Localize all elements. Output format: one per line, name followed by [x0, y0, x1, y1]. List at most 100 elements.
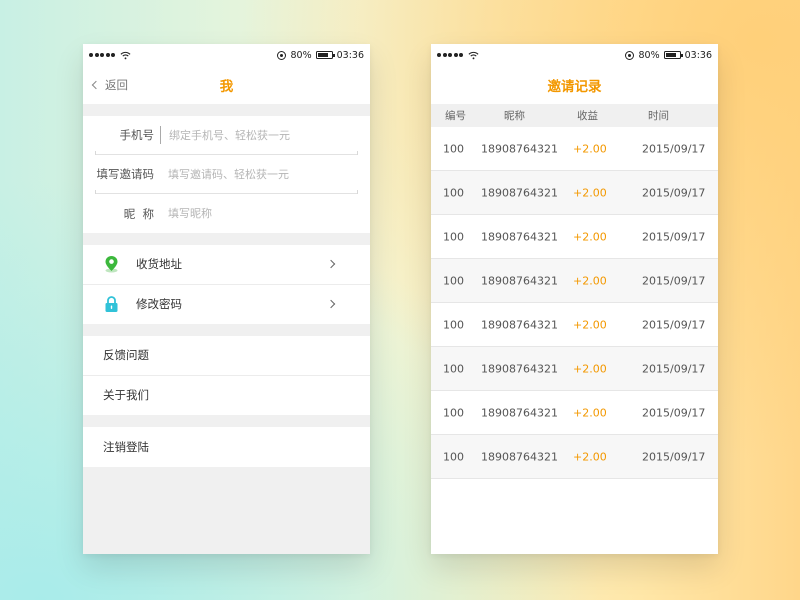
cell-id: 100 [443, 274, 464, 287]
invite-code-label: 填写邀请码 [96, 167, 155, 181]
cell-time: 2015/09/17 [642, 186, 706, 199]
battery-icon [315, 51, 335, 59]
cell-earning: +2.00 [573, 230, 607, 243]
cell-earning: +2.00 [573, 318, 607, 331]
wifi-icon [120, 51, 131, 59]
profile-form: 手机号 填写邀请码 昵 称 [83, 116, 370, 233]
wifi-icon [468, 51, 479, 59]
table-row: 100 18908764321 +2.00 2015/09/17 [431, 303, 718, 347]
battery-icon [663, 51, 683, 59]
battery-percent: 80% [638, 49, 660, 61]
cell-earning: +2.00 [573, 274, 607, 287]
nickname-label: 昵 称 [123, 206, 154, 221]
location-pin-icon [103, 255, 119, 273]
column-header-nickname: 昵称 [504, 110, 525, 122]
table-row: 100 18908764321 +2.00 2015/09/17 [431, 347, 718, 391]
cell-earning: +2.00 [573, 362, 607, 375]
menu-item-change-password[interactable]: 修改密码 [83, 285, 370, 325]
cell-id: 100 [443, 450, 464, 463]
status-time: 03:36 [684, 49, 712, 61]
chevron-right-icon [326, 260, 336, 269]
nickname-input[interactable] [160, 207, 358, 220]
cell-id: 100 [443, 362, 464, 375]
table-row: 100 18908764321 +2.00 2015/09/17 [431, 171, 718, 215]
battery-percent: 80% [290, 49, 312, 61]
menu-item-label: 反馈问题 [103, 348, 149, 363]
table-header: 编号 昵称 收益 时间 [431, 104, 718, 127]
cell-id: 100 [443, 142, 464, 155]
menu-item-label: 修改密码 [136, 297, 182, 312]
table-row: 100 18908764321 +2.00 2015/09/17 [431, 127, 718, 171]
invite-records-screen: 80% 03:36 邀请记录 编号 昵称 收益 时间 100 1890876432… [431, 44, 718, 554]
cell-time: 2015/09/17 [642, 318, 706, 331]
phone-row: 手机号 [95, 116, 358, 155]
nickname-row: 昵 称 [95, 194, 358, 233]
cell-time: 2015/09/17 [642, 230, 706, 243]
back-label: 返回 [105, 78, 128, 92]
cell-nickname: 18908764321 [481, 450, 558, 463]
menu-secondary: 反馈问题 关于我们 [83, 336, 370, 415]
signal-icon [437, 53, 463, 57]
cell-earning: +2.00 [573, 186, 607, 199]
table-row: 100 18908764321 +2.00 2015/09/17 [431, 435, 718, 479]
rotation-lock-icon [277, 50, 287, 60]
menu-item-label: 注销登陆 [103, 439, 149, 454]
cell-id: 100 [443, 230, 464, 243]
column-header-time: 时间 [648, 110, 669, 122]
menu-item-label: 关于我们 [103, 388, 149, 403]
phone-label: 手机号 [119, 128, 155, 142]
cell-nickname: 18908764321 [481, 362, 558, 375]
cell-earning: +2.00 [573, 406, 607, 419]
lock-icon [103, 295, 119, 313]
cell-earning: +2.00 [573, 142, 607, 155]
page-title: 邀请记录 [547, 79, 602, 95]
signal-icon [89, 53, 115, 57]
cell-nickname: 18908764321 [481, 274, 558, 287]
menu-item-address[interactable]: 收货地址 [83, 245, 370, 285]
table-row: 100 18908764321 +2.00 2015/09/17 [431, 215, 718, 259]
cell-id: 100 [443, 406, 464, 419]
status-bar: 80% 03:36 [431, 44, 718, 66]
invite-code-input[interactable] [160, 167, 358, 181]
cell-nickname: 18908764321 [481, 142, 558, 155]
invite-table: 100 18908764321 +2.00 2015/09/17 100 18908764… [431, 127, 718, 479]
invite-code-row: 填写邀请码 [95, 155, 358, 194]
cell-nickname: 18908764321 [481, 186, 558, 199]
section-divider [83, 324, 370, 336]
status-bar: 80% 03:36 [83, 44, 370, 66]
column-header-earning: 收益 [577, 110, 598, 122]
nav-bar: 邀请记录 [431, 66, 718, 104]
profile-screen: 80% 03:36 返回 我 手机号 填写邀请码 昵 称 [83, 44, 370, 554]
rotation-lock-icon [625, 50, 635, 60]
cell-id: 100 [443, 318, 464, 331]
cell-id: 100 [443, 186, 464, 199]
cell-time: 2015/09/17 [642, 274, 706, 287]
cell-nickname: 18908764321 [481, 230, 558, 243]
section-divider [83, 104, 370, 116]
nav-bar: 返回 我 [83, 66, 370, 104]
menu-primary: 收货地址 修改密码 [83, 245, 370, 324]
menu-logout: 注销登陆 [83, 427, 370, 467]
back-button[interactable]: 返回 [91, 66, 128, 104]
menu-item-label: 收货地址 [136, 257, 182, 272]
menu-item-about[interactable]: 关于我们 [83, 376, 370, 416]
section-divider [83, 415, 370, 427]
cell-nickname: 18908764321 [481, 406, 558, 419]
table-row: 100 18908764321 +2.00 2015/09/17 [431, 391, 718, 435]
cell-time: 2015/09/17 [642, 406, 706, 419]
chevron-right-icon [326, 300, 336, 309]
section-divider [83, 233, 370, 245]
cell-time: 2015/09/17 [642, 142, 706, 155]
page-title: 我 [219, 79, 234, 95]
chevron-left-icon [91, 80, 101, 90]
menu-item-feedback[interactable]: 反馈问题 [83, 336, 370, 376]
cell-earning: +2.00 [573, 450, 607, 463]
column-header-id: 编号 [445, 110, 466, 122]
cell-time: 2015/09/17 [642, 450, 706, 463]
table-row: 100 18908764321 +2.00 2015/09/17 [431, 259, 718, 303]
status-time: 03:36 [336, 49, 364, 61]
cell-time: 2015/09/17 [642, 362, 706, 375]
logout-button[interactable]: 注销登陆 [83, 427, 370, 467]
cell-nickname: 18908764321 [481, 318, 558, 331]
phone-input[interactable] [161, 128, 358, 142]
